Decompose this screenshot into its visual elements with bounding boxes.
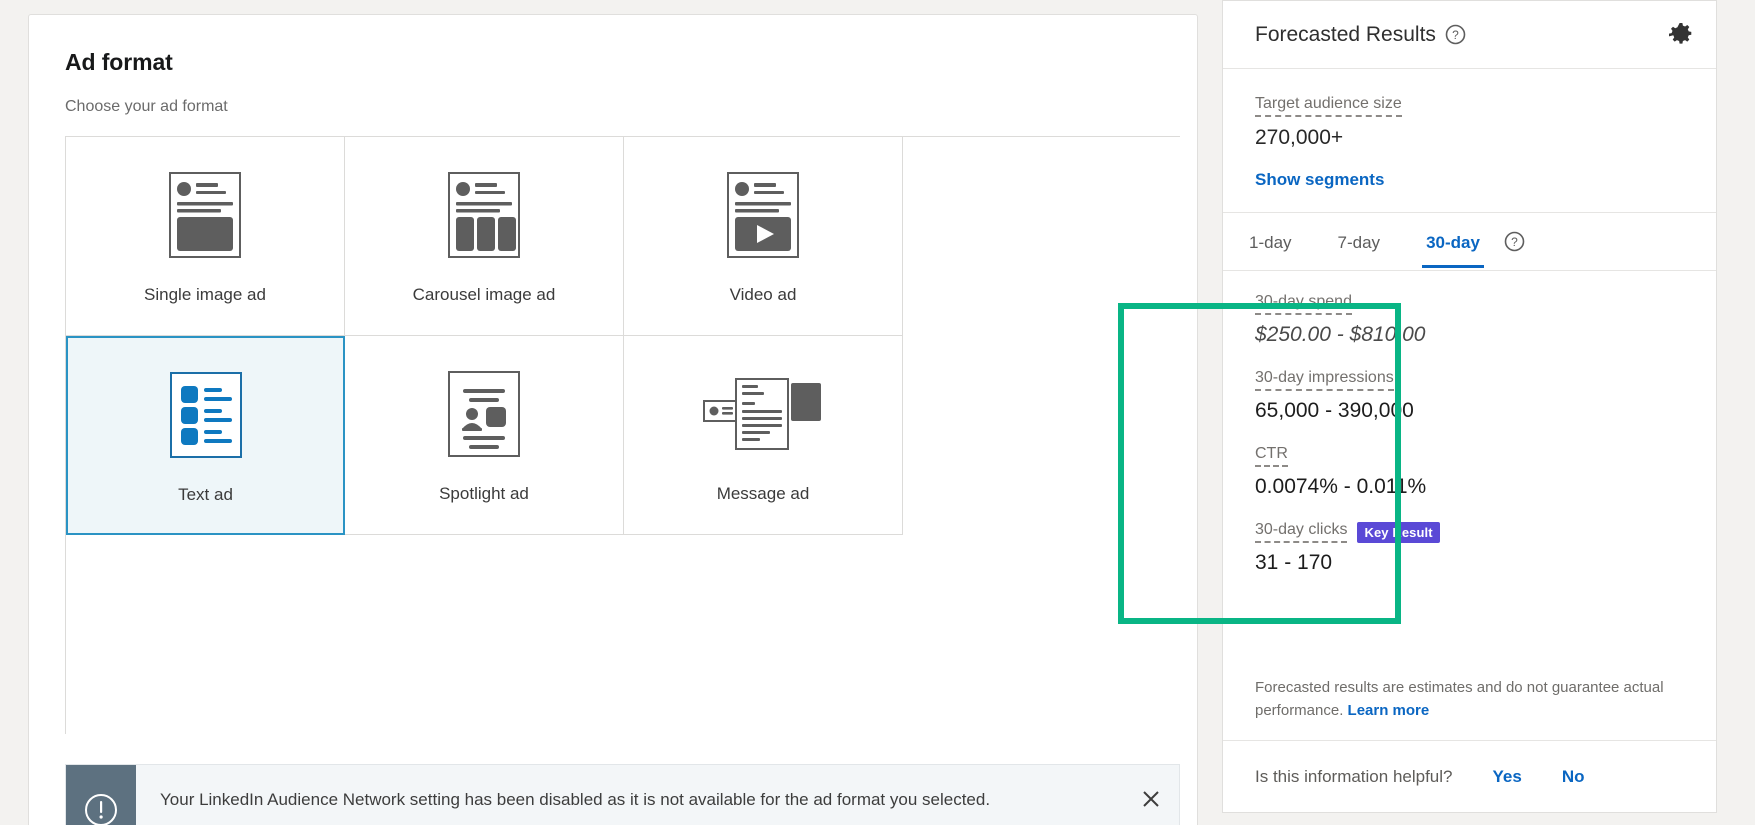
status-badge: Key Result (1357, 521, 1440, 543)
feedback-yes-button[interactable]: Yes (1493, 767, 1522, 787)
tab-7-day[interactable]: 7-day (1338, 217, 1381, 267)
show-segments-link[interactable]: Show segments (1255, 170, 1384, 190)
metric-value: $250.00 - $810.00 (1255, 323, 1426, 346)
metric-label-row: 30-day impressions (1255, 369, 1684, 391)
forecast-disclaimer: Forecasted results are estimates and do … (1223, 677, 1716, 740)
metric-value: 65,000 - 390,000 (1255, 399, 1414, 422)
metric-value: 31 - 170 (1255, 551, 1333, 574)
main-content-column: Ad format Choose your ad format Single i… (0, 0, 1222, 825)
question-circle-icon[interactable]: ? (1445, 24, 1466, 45)
ad-format-subtitle: Choose your ad format (65, 98, 228, 115)
disclaimer-text: Forecasted results are estimates and do … (1255, 679, 1664, 719)
metric-30-day-spend: 30-day spend $250.00 - $810.00 (1255, 293, 1684, 347)
metric-30-day-clicks: 30-day clicks Key Result 31 - 170 (1255, 521, 1684, 575)
metric-30-day-impressions: 30-day impressions 65,000 - 390,000 (1255, 369, 1684, 423)
forecast-panel-column: Forecasted Results ? Target audience siz… (1222, 0, 1755, 825)
campaign-manager-screen: Ad format Choose your ad format Single i… (0, 0, 1755, 825)
ad-format-grid-spacer (345, 535, 624, 734)
ad-format-option-video-ad[interactable]: Video ad (624, 137, 903, 336)
forecast-range-tabs: 1-day 7-day 30-day ? (1223, 213, 1716, 271)
metric-label[interactable]: 30-day impressions (1255, 369, 1394, 391)
metric-value: 0.0074% - 0.011% (1255, 475, 1427, 498)
ad-format-label: Spotlight ad (439, 484, 529, 503)
alert-message: Your LinkedIn Audience Network setting h… (160, 790, 991, 809)
ad-format-option-spotlight-ad[interactable]: Spotlight ad (345, 336, 624, 535)
tab-1-day[interactable]: 1-day (1249, 217, 1292, 267)
target-audience-block: Target audience size 270,000+ Show segme… (1223, 69, 1716, 213)
ad-format-option-text-ad[interactable]: Text ad (66, 336, 345, 535)
single-image-ad-icon (169, 167, 241, 263)
target-audience-label[interactable]: Target audience size (1255, 95, 1402, 117)
feedback-row: Is this information helpful? Yes No (1223, 740, 1716, 812)
video-ad-icon (727, 167, 799, 263)
ad-format-label: Video ad (729, 285, 797, 304)
message-ad-icon (703, 366, 823, 462)
metric-label-row: CTR (1255, 445, 1684, 467)
ad-format-label: Message ad (716, 484, 810, 503)
text-ad-icon (169, 367, 242, 463)
page-title: Ad format (65, 49, 173, 75)
panel-header: Forecasted Results ? (1223, 1, 1716, 69)
ad-format-grid: Single image ad Carousel image ad Video … (65, 136, 1180, 734)
metric-label[interactable]: 30-day clicks (1255, 521, 1348, 543)
ad-format-grid-spacer (66, 535, 345, 734)
question-circle-icon[interactable]: ? (1504, 231, 1525, 252)
ad-format-label: Text ad (178, 484, 233, 504)
ad-format-card: Ad format Choose your ad format Single i… (28, 14, 1198, 825)
spotlight-ad-icon (448, 366, 520, 462)
metric-ctr: CTR 0.0074% - 0.011% (1255, 445, 1684, 499)
carousel-image-ad-icon (448, 167, 520, 263)
ad-format-label: Single image ad (144, 285, 266, 304)
panel-title: Forecasted Results (1255, 22, 1436, 46)
metric-label[interactable]: 30-day spend (1255, 293, 1352, 315)
learn-more-link[interactable]: Learn more (1348, 702, 1430, 719)
ad-format-option-carousel-image-ad[interactable]: Carousel image ad (345, 137, 624, 336)
close-icon[interactable] (1123, 765, 1179, 825)
metric-label-row: 30-day clicks Key Result (1255, 521, 1684, 543)
metric-label-row: 30-day spend (1255, 293, 1684, 315)
ad-format-option-message-ad[interactable]: Message ad (624, 336, 903, 535)
metric-label[interactable]: CTR (1255, 445, 1288, 467)
forecast-metrics-list: 30-day spend $250.00 - $810.00 30-day im… (1223, 271, 1716, 677)
ad-format-option-single-image-ad[interactable]: Single image ad (66, 137, 345, 336)
gear-icon[interactable] (1668, 22, 1694, 48)
feedback-question: Is this information helpful? (1255, 766, 1453, 786)
feedback-no-button[interactable]: No (1562, 767, 1585, 787)
svg-text:?: ? (1511, 235, 1518, 249)
audience-network-alert: Your LinkedIn Audience Network setting h… (65, 764, 1180, 825)
target-audience-value: 270,000+ (1255, 126, 1344, 149)
exclamation-circle-icon (66, 765, 136, 825)
forecasted-results-panel: Forecasted Results ? Target audience siz… (1222, 0, 1717, 813)
tab-30-day[interactable]: 30-day (1422, 217, 1484, 268)
svg-text:?: ? (1452, 28, 1459, 42)
ad-format-label: Carousel image ad (412, 285, 556, 304)
